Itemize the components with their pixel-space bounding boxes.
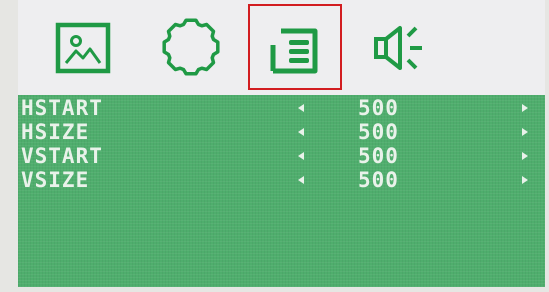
menu-row-vstart[interactable]: VSTART 500	[18, 144, 545, 168]
decrease-arrow-icon[interactable]	[298, 128, 304, 136]
row-value: 500	[358, 168, 399, 192]
tab-audio[interactable]	[358, 4, 452, 90]
menu-row-vsize[interactable]: VSIZE 500	[18, 168, 545, 192]
decrease-arrow-icon[interactable]	[298, 176, 304, 184]
position-menu-panel: HSTART 500 HSIZE 500 VSTART 500 VSIZE 50…	[18, 95, 545, 287]
row-value: 500	[358, 120, 399, 144]
menu-tab-bar	[18, 0, 545, 95]
tab-picture[interactable]	[36, 4, 130, 90]
decrease-arrow-icon[interactable]	[298, 104, 304, 112]
increase-arrow-icon[interactable]	[522, 104, 528, 112]
tab-settings[interactable]	[144, 4, 238, 90]
menu-row-hstart[interactable]: HSTART 500	[18, 96, 545, 120]
picture-icon	[55, 22, 111, 74]
increase-arrow-icon[interactable]	[522, 128, 528, 136]
row-label: VSTART	[21, 144, 103, 168]
increase-arrow-icon[interactable]	[522, 176, 528, 184]
tab-position[interactable]	[248, 4, 342, 90]
document-icon	[270, 28, 318, 74]
menu-row-hsize[interactable]: HSIZE 500	[18, 120, 545, 144]
row-value: 500	[358, 96, 399, 120]
row-label: HSTART	[21, 96, 103, 120]
gear-icon	[162, 18, 220, 76]
row-value: 500	[358, 144, 399, 168]
row-label: VSIZE	[21, 168, 90, 192]
increase-arrow-icon[interactable]	[522, 152, 528, 160]
speaker-icon	[374, 26, 422, 70]
decrease-arrow-icon[interactable]	[298, 152, 304, 160]
osd-screen: HSTART 500 HSIZE 500 VSTART 500 VSIZE 50…	[18, 0, 545, 287]
row-label: HSIZE	[21, 120, 90, 144]
